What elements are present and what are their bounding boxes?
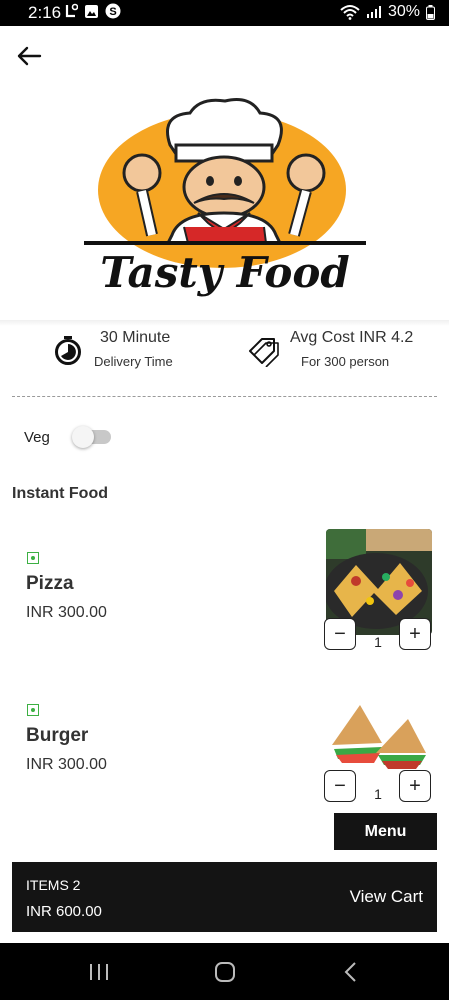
- timer-icon: [53, 335, 83, 365]
- logo-text: Tasty Food: [100, 248, 349, 297]
- menu-button[interactable]: Menu: [334, 813, 437, 850]
- decrease-quantity-button[interactable]: −: [324, 770, 356, 802]
- back-button[interactable]: [14, 40, 46, 72]
- recent-apps-icon[interactable]: [88, 962, 110, 982]
- item-name: Burger: [26, 725, 89, 746]
- price-tag-icon: [246, 333, 280, 368]
- svg-text:S: S: [109, 6, 116, 18]
- item-price: INR 300.00: [26, 756, 107, 773]
- increase-quantity-button[interactable]: +: [399, 618, 431, 650]
- quantity-value: 1: [374, 786, 382, 802]
- app-s-icon: S: [105, 3, 121, 19]
- header-divider: [0, 320, 449, 326]
- battery-icon: [426, 4, 435, 20]
- system-icons: 30%: [340, 3, 435, 21]
- arrow-left-icon: [17, 46, 42, 66]
- wifi-icon: [340, 5, 360, 20]
- delivery-time-value: 30 Minute: [100, 329, 171, 346]
- cart-bar[interactable]: ITEMS 2 INR 600.00 View Cart: [12, 862, 437, 932]
- restaurant-logo: Tasty Food: [80, 95, 370, 305]
- signal-icon: [366, 6, 381, 18]
- gallery-icon: [85, 4, 98, 18]
- quantity-value: 1: [374, 634, 382, 650]
- location-icon: [65, 3, 78, 18]
- dashed-divider: [12, 396, 437, 397]
- system-nav-bar: [0, 943, 449, 1000]
- view-cart-button[interactable]: View Cart: [350, 887, 423, 907]
- veg-indicator-icon: [27, 704, 39, 716]
- veg-toggle-knob[interactable]: [72, 426, 94, 448]
- status-bar: 2:16 S 30%: [0, 0, 449, 26]
- avg-cost-label: For 300 person: [301, 354, 390, 369]
- notification-icons: S: [64, 3, 121, 19]
- battery-percent: 30%: [387, 3, 420, 20]
- home-icon[interactable]: [214, 961, 236, 983]
- cart-total: INR 600.00: [26, 903, 102, 920]
- decrease-quantity-button[interactable]: −: [324, 618, 356, 650]
- back-nav-icon[interactable]: [342, 961, 360, 983]
- avg-cost-value: Avg Cost INR 4.2: [290, 329, 414, 346]
- cart-item-count: ITEMS 2: [26, 877, 81, 893]
- status-time: 2:16: [28, 3, 62, 22]
- item-price: INR 300.00: [26, 604, 107, 621]
- veg-indicator-icon: [27, 552, 39, 564]
- item-name: Pizza: [26, 573, 74, 594]
- section-title: Instant Food: [12, 485, 108, 502]
- veg-filter-label: Veg: [24, 429, 50, 446]
- increase-quantity-button[interactable]: +: [399, 770, 431, 802]
- delivery-time-label: Delivery Time: [94, 354, 173, 369]
